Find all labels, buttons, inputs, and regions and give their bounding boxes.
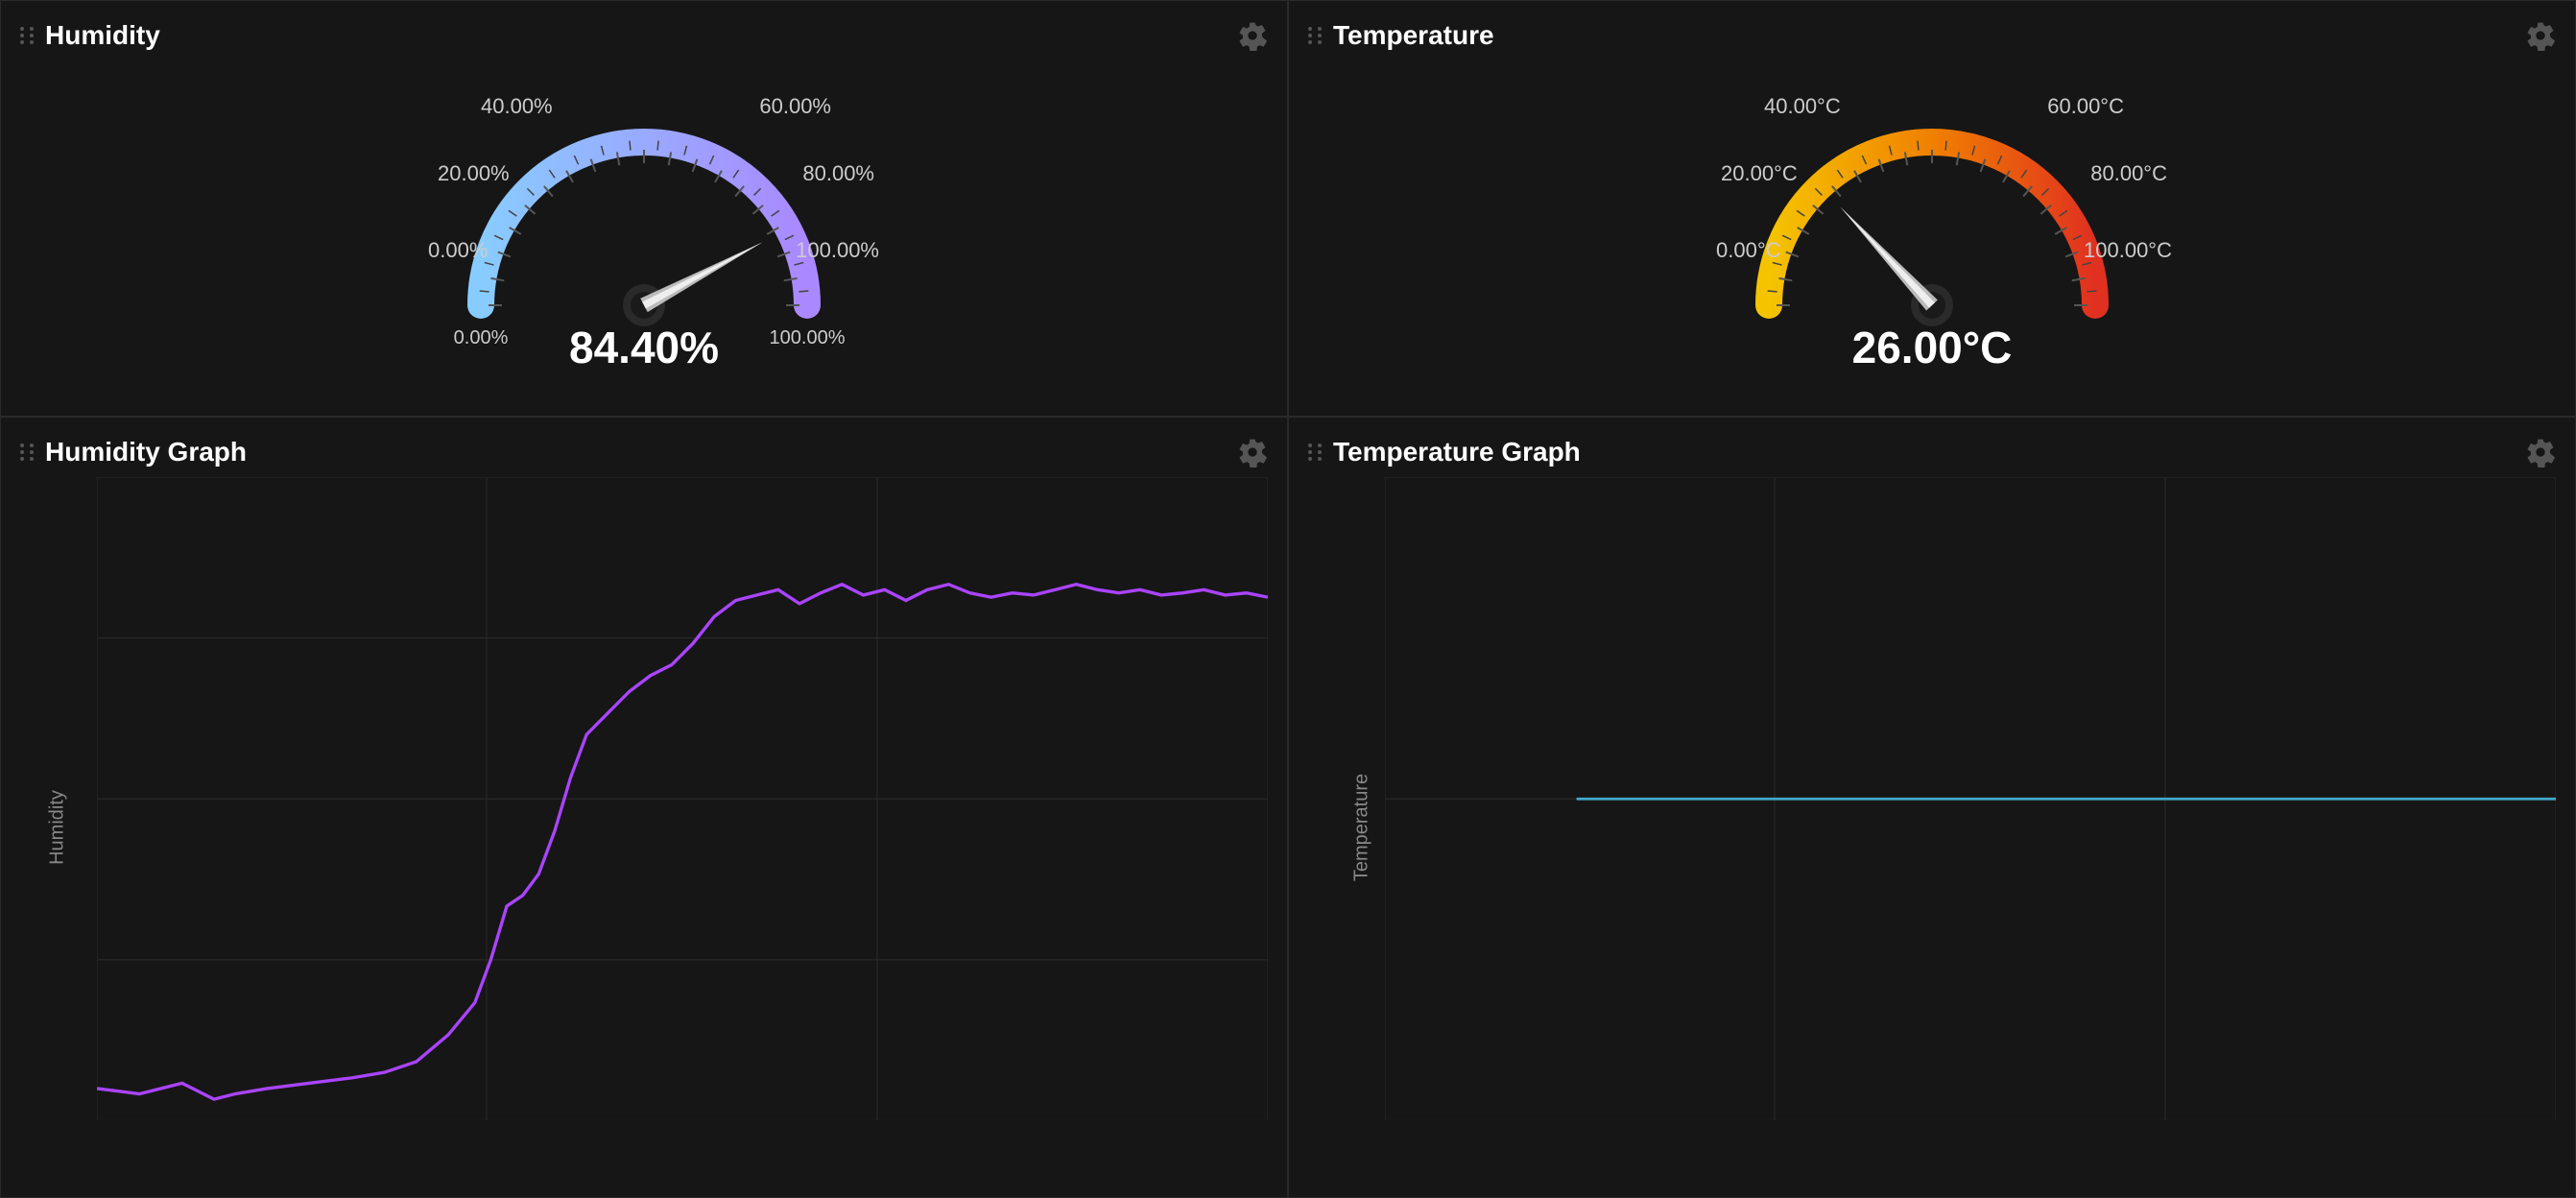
humidity-graph-title: Humidity Graph: [45, 437, 247, 467]
humidity-graph-header: Humidity Graph: [20, 437, 1268, 467]
dashboard: Humidity: [0, 0, 2576, 1035]
humidity-y-label: Humidity: [46, 790, 68, 865]
humidity-label-100: 100.00%: [770, 327, 846, 348]
humidity-gauge: 84.40% 0.00% 100.00% 0.00% 20.00% 40.00%…: [404, 60, 884, 396]
temperature-chart-svg: 26°C 2022-02-28 22:00:00 2022-02-28 23:0…: [1385, 477, 2556, 1120]
drag-handle-icon-4[interactable]: [1308, 443, 1324, 461]
humidity-value: 84.40%: [569, 323, 719, 372]
temperature-y-label: Temperature: [1351, 774, 1373, 881]
temperature-graph-header: Temperature Graph: [1308, 437, 2556, 467]
humidity-gauge-svg: 84.40% 0.00% 100.00%: [404, 75, 884, 382]
drag-handle-icon-3[interactable]: [20, 443, 36, 461]
temperature-graph-title: Temperature Graph: [1333, 437, 1581, 467]
temperature-panel-header: Temperature: [1308, 20, 2556, 51]
humidity-panel-header: Humidity: [20, 20, 1268, 51]
temperature-graph-title-group: Temperature Graph: [1308, 437, 1581, 467]
temperature-value: 26.00°C: [1852, 323, 2013, 372]
humidity-panel-title: Humidity: [45, 20, 160, 51]
humidity-graph-panel: Humidity Graph Humidity: [0, 417, 1288, 1198]
drag-handle-icon-2[interactable]: [1308, 27, 1324, 44]
humidity-gauge-panel: Humidity: [0, 0, 1288, 417]
humidity-settings-icon[interactable]: [1237, 20, 1268, 51]
temperature-gauge-svg: 26.00°C: [1692, 75, 2172, 382]
temperature-gauge: 26.00°C 0.00°C 20.00°C 40.00°C 60.00°C 8…: [1692, 60, 2172, 396]
humidity-title-group: Humidity: [20, 20, 160, 51]
humidity-graph-title-group: Humidity Graph: [20, 437, 247, 467]
humidity-label-0: 0.00%: [454, 327, 509, 348]
temperature-chart-area: Temperature 26°C 2022-02-28 22:00:00 202…: [1308, 477, 2556, 1178]
humidity-chart-area: Humidity 84.5% 84% 83.5% 83% 82.5%: [20, 477, 1268, 1178]
humidity-chart-svg: 84.5% 84% 83.5% 83% 82.5% 2022-02-28 22:…: [97, 477, 1268, 1120]
temperature-panel-title: Temperature: [1333, 20, 1494, 51]
drag-handle-icon[interactable]: [20, 27, 36, 44]
temperature-settings-icon[interactable]: [2525, 20, 2556, 51]
temperature-title-group: Temperature: [1308, 20, 1494, 51]
temperature-graph-settings-icon[interactable]: [2525, 437, 2556, 467]
humidity-graph-settings-icon[interactable]: [1237, 437, 1268, 467]
temperature-graph-panel: Temperature Graph Temperature 26°C: [1288, 417, 2576, 1198]
temperature-gauge-panel: Temperature: [1288, 0, 2576, 417]
